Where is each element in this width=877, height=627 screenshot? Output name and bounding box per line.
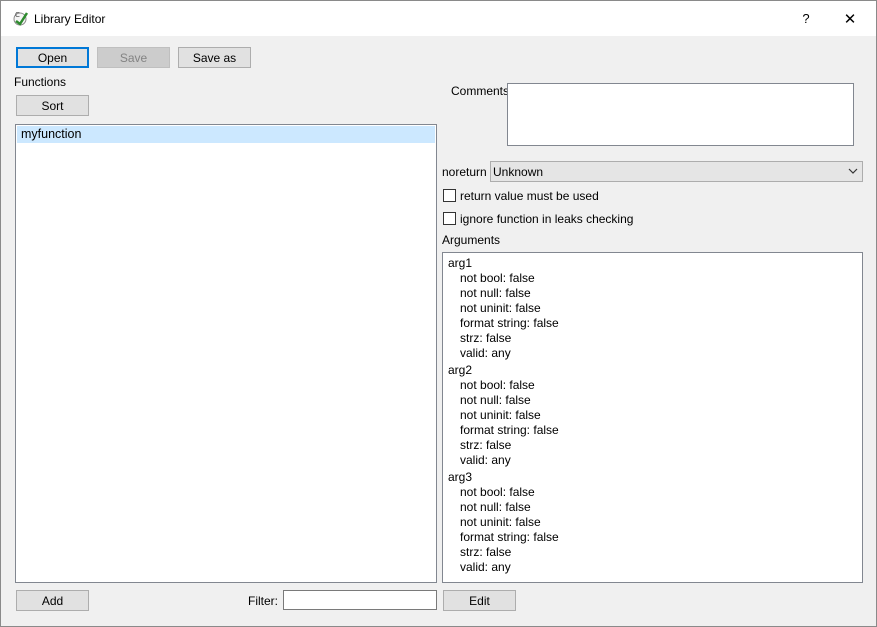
argument-property[interactable]: not bool: false bbox=[460, 378, 535, 392]
argument-property[interactable]: not uninit: false bbox=[460, 515, 541, 529]
svg-text:C: C bbox=[15, 11, 20, 19]
argument-property[interactable]: valid: any bbox=[460, 453, 511, 467]
argument-property[interactable]: not bool: false bbox=[460, 271, 535, 285]
comments-label: Comments bbox=[451, 84, 510, 98]
close-button[interactable]: ✕ bbox=[828, 1, 872, 36]
open-button[interactable]: Open bbox=[16, 47, 89, 68]
cppcheck-icon: C bbox=[13, 11, 29, 26]
argument-property[interactable]: format string: false bbox=[460, 423, 559, 437]
ignore-leaks-checkbox[interactable] bbox=[443, 212, 456, 225]
help-button[interactable]: ? bbox=[784, 1, 828, 36]
sort-button[interactable]: Sort bbox=[16, 95, 89, 116]
argument-property[interactable]: not null: false bbox=[460, 500, 531, 514]
argument-header[interactable]: arg3 bbox=[448, 470, 472, 484]
save-as-button[interactable]: Save as bbox=[178, 47, 251, 68]
argument-property[interactable]: format string: false bbox=[460, 530, 559, 544]
argument-property[interactable]: not uninit: false bbox=[460, 408, 541, 422]
save-button[interactable]: Save bbox=[97, 47, 170, 68]
edit-button[interactable]: Edit bbox=[443, 590, 516, 611]
comments-textarea[interactable] bbox=[507, 83, 854, 146]
argument-property[interactable]: format string: false bbox=[460, 316, 559, 330]
function-list-item[interactable]: myfunction bbox=[17, 126, 435, 143]
ignore-leaks-label: ignore function in leaks checking bbox=[460, 212, 634, 226]
arguments-label: Arguments bbox=[442, 233, 501, 247]
filter-label: Filter: bbox=[248, 594, 278, 608]
argument-property[interactable]: strz: false bbox=[460, 438, 511, 452]
noreturn-select[interactable]: Unknown bbox=[490, 161, 863, 182]
return-value-checkbox[interactable] bbox=[443, 189, 456, 202]
argument-property[interactable]: strz: false bbox=[460, 331, 511, 345]
close-icon: ✕ bbox=[843, 10, 857, 28]
filter-input[interactable] bbox=[283, 590, 437, 610]
argument-property[interactable]: valid: any bbox=[460, 346, 511, 360]
argument-property[interactable]: not bool: false bbox=[460, 485, 535, 499]
argument-property[interactable]: not uninit: false bbox=[460, 301, 541, 315]
chevron-down-icon bbox=[848, 168, 858, 174]
library-editor-window: C Library Editor ? ✕ Open Save Save as F… bbox=[0, 0, 877, 627]
window-title: Library Editor bbox=[34, 12, 106, 26]
argument-header[interactable]: arg2 bbox=[448, 363, 472, 377]
functions-label: Functions bbox=[14, 75, 67, 89]
return-value-label: return value must be used bbox=[460, 189, 599, 203]
noreturn-selected-value: Unknown bbox=[493, 165, 544, 179]
add-button[interactable]: Add bbox=[16, 590, 89, 611]
argument-property[interactable]: valid: any bbox=[460, 560, 511, 574]
argument-header[interactable]: arg1 bbox=[448, 256, 472, 270]
noreturn-label: noreturn bbox=[442, 165, 487, 179]
functions-list[interactable]: myfunction bbox=[15, 124, 437, 583]
argument-property[interactable]: strz: false bbox=[460, 545, 511, 559]
argument-property[interactable]: not null: false bbox=[460, 393, 531, 407]
title-bar: C Library Editor ? ✕ bbox=[1, 1, 876, 36]
help-icon: ? bbox=[802, 11, 810, 26]
argument-property[interactable]: not null: false bbox=[460, 286, 531, 300]
arguments-list[interactable]: arg1 not bool: false not null: false not un… bbox=[442, 252, 863, 583]
